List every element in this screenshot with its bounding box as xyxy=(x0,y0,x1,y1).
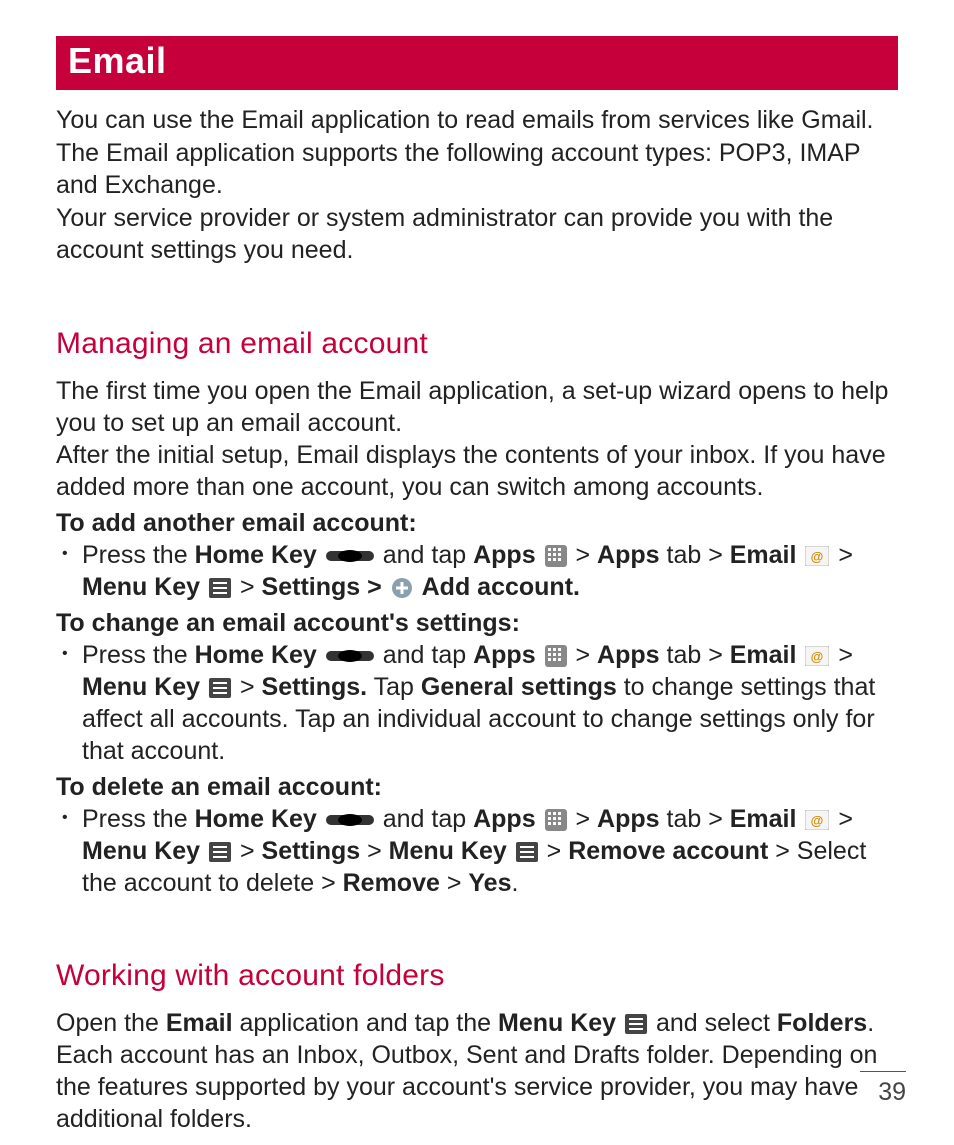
text: Press the xyxy=(82,805,195,833)
home-key-icon xyxy=(326,809,374,831)
gt: > xyxy=(576,641,598,669)
section1-body: The first time you open the Email applic… xyxy=(56,375,898,899)
label-apps-tab: Apps xyxy=(597,641,660,669)
text: and select xyxy=(649,1009,777,1037)
section-heading-folders: Working with account folders xyxy=(56,959,898,993)
label-home-key: Home Key xyxy=(195,541,317,569)
section2-body: Open the Email application and tap the M… xyxy=(56,1007,898,1135)
home-key-icon xyxy=(326,545,374,567)
text: tab xyxy=(660,641,702,669)
section-heading-managing: Managing an email account xyxy=(56,327,898,361)
period: . xyxy=(511,869,518,897)
text: Press the xyxy=(82,541,195,569)
gt: > xyxy=(547,837,569,865)
gt: > xyxy=(838,641,853,669)
text: and tap xyxy=(383,641,473,669)
gt: > xyxy=(447,869,469,897)
label-apps: Apps xyxy=(473,641,536,669)
label-email: Email xyxy=(730,541,797,569)
text: Open the xyxy=(56,1009,166,1037)
bullet-add-account: Press the Home Key and tap Apps > Apps t… xyxy=(56,539,898,603)
label-apps-tab: Apps xyxy=(597,805,660,833)
label-remove-account: Remove account xyxy=(568,837,768,865)
label-menu-key: Menu Key xyxy=(82,573,200,601)
text: application and tap the xyxy=(233,1009,498,1037)
email-at-icon xyxy=(805,546,829,566)
label-settings: Settings. xyxy=(262,673,368,701)
apps-grid-icon xyxy=(545,809,567,831)
text: tab xyxy=(660,805,702,833)
menu-key-icon xyxy=(516,842,538,862)
text: Press the xyxy=(82,641,195,669)
label-general-settings: General settings xyxy=(421,673,617,701)
apps-grid-icon xyxy=(545,645,567,667)
menu-key-icon xyxy=(625,1014,647,1034)
gt: > xyxy=(838,541,853,569)
gt: > xyxy=(775,837,790,865)
label-email-2: Email xyxy=(166,1009,233,1037)
intro-p1: You can use the Email application to rea… xyxy=(56,104,898,202)
page-number: 39 xyxy=(860,1071,906,1107)
label-add-account: Add account. xyxy=(422,573,580,601)
subhead-change-settings: To change an email account's settings: xyxy=(56,607,898,639)
gt: > xyxy=(576,805,598,833)
label-email: Email xyxy=(730,641,797,669)
label-menu-key: Menu Key xyxy=(82,837,200,865)
label-settings: Settings xyxy=(262,573,361,601)
email-at-icon xyxy=(805,810,829,830)
label-apps: Apps xyxy=(473,541,536,569)
label-menu-key-2: Menu Key xyxy=(389,837,507,865)
subhead-add-account: To add another email account: xyxy=(56,507,898,539)
gt: > xyxy=(708,805,730,833)
gt: > xyxy=(321,869,343,897)
menu-key-icon xyxy=(209,578,231,598)
page-title-banner: Email xyxy=(56,36,898,90)
text: Tap xyxy=(367,673,421,701)
intro-block: You can use the Email application to rea… xyxy=(56,104,898,267)
label-yes: Yes xyxy=(468,869,511,897)
bullet-change-settings: Press the Home Key and tap Apps > Apps t… xyxy=(56,639,898,767)
label-home-key: Home Key xyxy=(195,805,317,833)
gt: > xyxy=(240,837,262,865)
gt: > xyxy=(708,541,730,569)
gt: > xyxy=(367,837,389,865)
label-email: Email xyxy=(730,805,797,833)
gt: > xyxy=(240,573,262,601)
subhead-delete-account: To delete an email account: xyxy=(56,771,898,803)
apps-grid-icon xyxy=(545,545,567,567)
home-key-icon xyxy=(326,645,374,667)
menu-key-icon xyxy=(209,842,231,862)
gt-bold: > xyxy=(360,573,389,601)
gt: > xyxy=(708,641,730,669)
page-title: Email xyxy=(68,40,167,81)
text: and tap xyxy=(383,541,473,569)
email-at-icon xyxy=(805,646,829,666)
gt: > xyxy=(576,541,598,569)
text: tab xyxy=(660,541,702,569)
label-folders: Folders xyxy=(777,1009,867,1037)
bullet-delete-account: Press the Home Key and tap Apps > Apps t… xyxy=(56,803,898,899)
label-menu-key: Menu Key xyxy=(82,673,200,701)
section1-p2: After the initial setup, Email displays … xyxy=(56,439,898,503)
label-settings: Settings xyxy=(262,837,361,865)
section1-p1: The first time you open the Email applic… xyxy=(56,375,898,439)
menu-key-icon xyxy=(209,678,231,698)
label-apps-tab: Apps xyxy=(597,541,660,569)
intro-p2: Your service provider or system administ… xyxy=(56,202,898,267)
label-apps: Apps xyxy=(473,805,536,833)
label-menu-key-3: Menu Key xyxy=(498,1009,616,1037)
plus-circle-icon xyxy=(391,577,413,599)
label-home-key: Home Key xyxy=(195,641,317,669)
text: and tap xyxy=(383,805,473,833)
gt: > xyxy=(838,805,853,833)
label-remove: Remove xyxy=(343,869,440,897)
gt: > xyxy=(240,673,262,701)
